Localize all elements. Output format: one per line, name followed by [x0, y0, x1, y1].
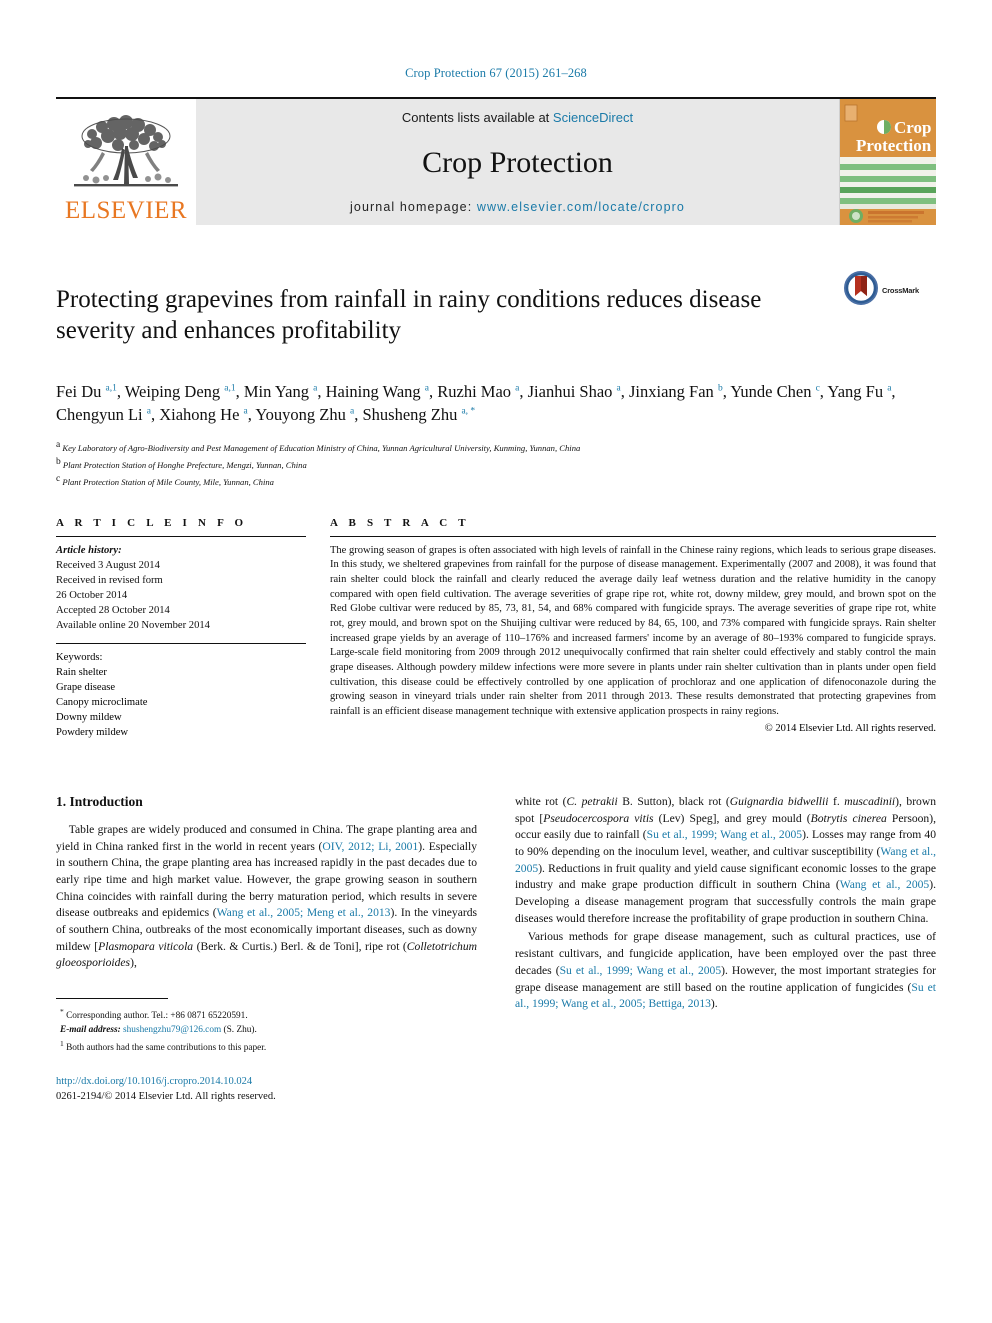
- journal-cover-thumbnail: Crop Protection: [839, 99, 936, 225]
- footnote-corresponding: * Corresponding author. Tel.: +86 0871 6…: [60, 1007, 248, 1022]
- crossmark-icon: [844, 271, 878, 310]
- info-abstract-section: A R T I C L E I N F O Article history: R…: [56, 517, 936, 740]
- keyword-item: Canopy microclimate: [56, 696, 148, 708]
- article-info-heading: A R T I C L E I N F O: [56, 516, 248, 529]
- keyword-item: Powdery mildew: [56, 726, 129, 738]
- running-head: Crop Protection 67 (2015) 261–268: [405, 66, 587, 80]
- keyword-item: Grape disease: [56, 681, 116, 693]
- article-history-lines: Received 3 August 2014 Received in revise…: [56, 558, 306, 633]
- affiliation-list: a Key Laboratory of Agro-Biodiversity an…: [56, 438, 936, 488]
- abstract-heading: A B S T R A C T: [330, 516, 470, 529]
- keywords-block: Keywords: Rain shelter Grape disease Canop…: [56, 644, 306, 740]
- svg-text:Protection: Protection: [856, 136, 932, 155]
- crossmark-label: CrossMark: [882, 286, 919, 295]
- abstract-column: A B S T R A C T The growing season of gr…: [330, 517, 936, 740]
- issn-copyright-line: 0261-2194/© 2014 Elsevier Ltd. All right…: [56, 1091, 276, 1103]
- history-line: Accepted 28 October 2014: [56, 604, 170, 616]
- contents-list-line: Contents lists available at ScienceDirec…: [402, 110, 633, 125]
- author-list: Fei Du a,1, Weiping Deng a,1, Min Yang a…: [56, 381, 896, 425]
- history-line: Received 3 August 2014: [56, 559, 160, 571]
- body-columns: 1. Introduction Table grapes are widely …: [56, 794, 936, 1105]
- body-column-right: white rot (C. petrakii B. Sutton), black…: [515, 794, 936, 1105]
- footnote-email: E-mail address: shushengzhu79@126.com (S…: [60, 1025, 257, 1035]
- article-history-label: Article history:: [56, 544, 122, 556]
- body-column-left: 1. Introduction Table grapes are widely …: [56, 794, 477, 1105]
- keywords-label: Keywords:: [56, 651, 103, 663]
- history-line: Received in revised form: [56, 574, 163, 586]
- introduction-heading: 1. Introduction: [56, 793, 143, 809]
- elsevier-wordmark: ELSEVIER: [64, 197, 188, 224]
- history-line: Available online 20 November 2014: [56, 619, 210, 631]
- sciencedirect-link[interactable]: ScienceDirect: [553, 110, 633, 125]
- article-page: Crop Protection 67 (2015) 261–268 ELSEVI…: [0, 0, 992, 1323]
- affiliation-c: c Plant Protection Station of Mile Count…: [56, 473, 274, 487]
- title-block: Protecting grapevines from rainfall in r…: [56, 267, 936, 364]
- homepage-prefix: journal homepage:: [350, 200, 477, 214]
- history-line: 26 October 2014: [56, 589, 128, 601]
- intro-paragraph-left: Table grapes are widely produced and con…: [56, 822, 478, 970]
- abstract-copyright: © 2014 Elsevier Ltd. All rights reserved…: [764, 722, 936, 734]
- affiliation-a: a Key Laboratory of Agro-Biodiversity an…: [56, 440, 581, 454]
- article-info-column: A R T I C L E I N F O Article history: R…: [56, 517, 306, 740]
- crossmark-badge[interactable]: CrossMark: [844, 267, 936, 310]
- journal-title: Crop Protection: [422, 145, 613, 179]
- keyword-items: Rain shelter Grape disease Canopy microcli…: [56, 665, 306, 740]
- footnote-equal-contribution: 1 Both authors had the same contribution…: [60, 1038, 267, 1053]
- masthead-center: Contents lists available at ScienceDirec…: [196, 99, 839, 225]
- article-history-block: Article history: Received 3 August 2014 R…: [56, 537, 306, 633]
- journal-homepage-line: journal homepage: www.elsevier.com/locat…: [350, 200, 685, 214]
- elsevier-logo: ELSEVIER: [56, 99, 196, 225]
- affiliation-b: b Plant Protection Station of Honghe Pre…: [56, 457, 307, 470]
- doi-block: http://dx.doi.org/10.1016/j.cropro.2014.…: [56, 1074, 486, 1106]
- intro-paragraph-right-2: Various methods for grape disease manage…: [515, 930, 937, 1011]
- abstract-text: The growing season of grapes is often as…: [330, 544, 936, 718]
- journal-masthead: ELSEVIER Contents lists available at Sci…: [56, 97, 936, 225]
- footnote-rule: [56, 998, 168, 1006]
- homepage-url-link[interactable]: www.elsevier.com/locate/cropro: [477, 200, 685, 214]
- contents-prefix: Contents lists available at: [401, 110, 553, 125]
- svg-text:Crop: Crop: [894, 118, 931, 137]
- intro-paragraph-right-1: white rot (C. petrakii B. Sutton), black…: [515, 794, 937, 925]
- elsevier-tree-icon: [62, 112, 190, 198]
- keyword-item: Rain shelter: [56, 666, 107, 678]
- keyword-item: Downy mildew: [56, 711, 122, 723]
- article-title: Protecting grapevines from rainfall in r…: [56, 285, 762, 345]
- doi-link[interactable]: http://dx.doi.org/10.1016/j.cropro.2014.…: [56, 1074, 486, 1090]
